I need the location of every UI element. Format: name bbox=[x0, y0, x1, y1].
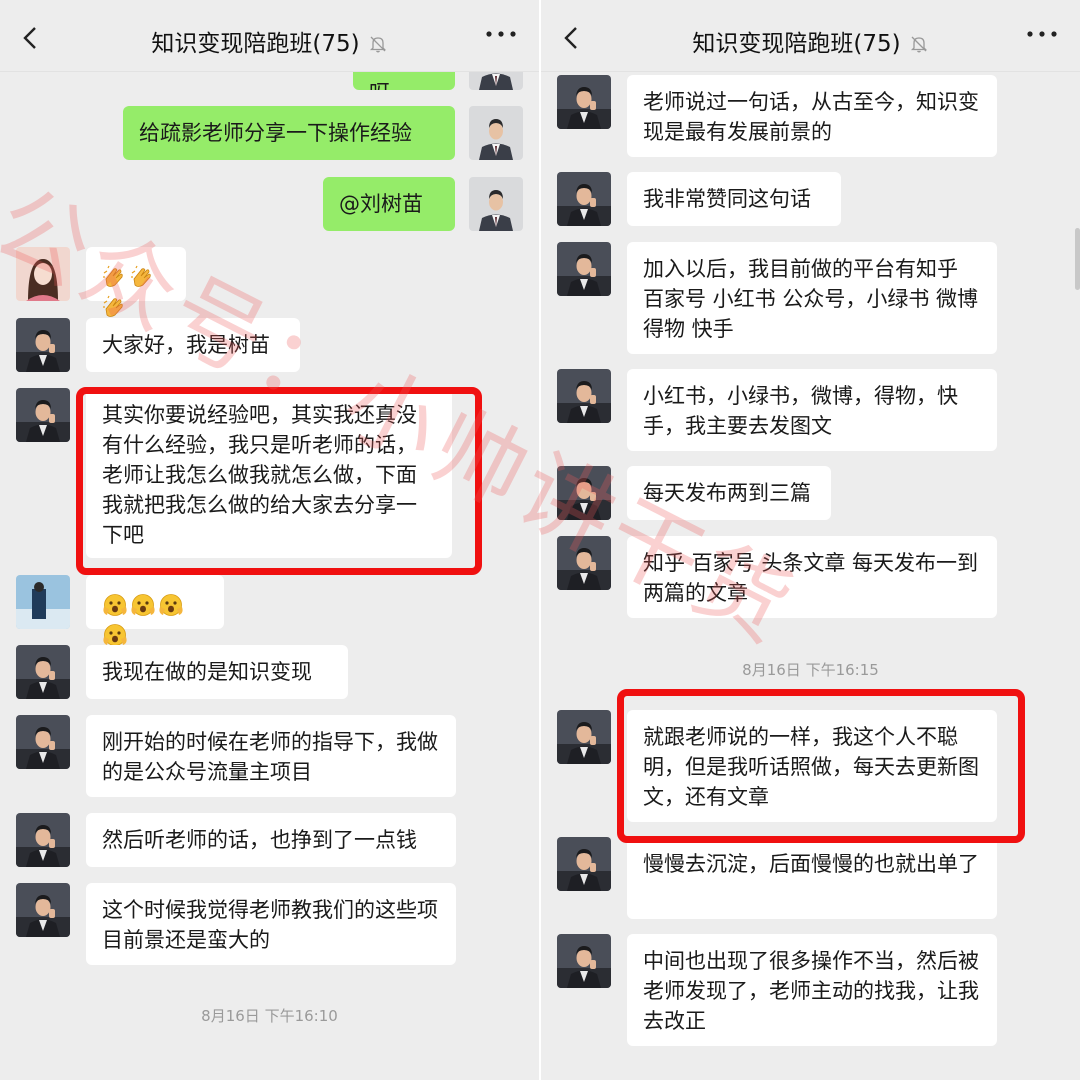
scrollbar[interactable] bbox=[1075, 228, 1080, 290]
avatar[interactable] bbox=[557, 369, 611, 423]
message-bubble[interactable]: 其实你要说经验吧，其实我还真没有什么经验，我只是听老师的话，老师让我怎么做我就怎… bbox=[86, 388, 452, 558]
surprised-face-icon bbox=[102, 593, 128, 617]
avatar[interactable] bbox=[469, 177, 523, 231]
emoji-bubble[interactable] bbox=[86, 247, 186, 301]
message-bubble[interactable]: 中间也出现了很多操作不当，然后被老师发现了，老师主动的找我，让我去改正 bbox=[627, 934, 997, 1046]
emoji-bubble[interactable] bbox=[86, 575, 224, 629]
message-bubble[interactable]: 大家好，我是树苗 bbox=[86, 318, 300, 372]
chat-title: 知识变现陪跑班(75) bbox=[0, 24, 539, 58]
avatar[interactable] bbox=[16, 318, 70, 372]
mute-bell-icon bbox=[369, 36, 386, 53]
clapping-hands-icon bbox=[102, 295, 128, 319]
avatar[interactable] bbox=[557, 934, 611, 988]
mute-bell-icon bbox=[910, 36, 927, 53]
avatar[interactable] bbox=[557, 710, 611, 764]
chat-title: 知识变现陪跑班(75) bbox=[541, 24, 1080, 58]
message-bubble[interactable]: 加入以后，我目前做的平台有知乎 百家号 小红书 公众号，小绿书 微博 得物 快手 bbox=[627, 242, 997, 354]
message-bubble[interactable]: 慢慢去沉淀，后面慢慢的也就出单了 bbox=[627, 837, 997, 919]
chat-header: 知识变现陪跑班(75) bbox=[541, 0, 1080, 72]
more-dots-icon[interactable] bbox=[485, 28, 517, 40]
avatar[interactable] bbox=[16, 247, 70, 301]
message-bubble[interactable]: 每天发布两到三篇 bbox=[627, 466, 831, 520]
chat-title-text: 知识变现陪跑班(75) bbox=[692, 31, 901, 57]
message-bubble[interactable]: 就跟老师说的一样，我这个人不聪明，但是我听话照做，每天去更新图文，还有文章 bbox=[627, 710, 997, 822]
avatar[interactable] bbox=[16, 575, 70, 629]
message-bubble[interactable]: 我现在做的是知识变现 bbox=[86, 645, 348, 699]
clapping-hands-icon bbox=[102, 265, 128, 289]
avatar[interactable] bbox=[16, 645, 70, 699]
chat-header: 知识变现陪跑班(75) bbox=[0, 0, 539, 72]
timestamp: 8月16日 下午16:15 bbox=[742, 661, 879, 679]
message-bubble[interactable]: @刘树苗 bbox=[323, 177, 455, 231]
avatar[interactable] bbox=[557, 466, 611, 520]
more-dots-icon[interactable] bbox=[1026, 28, 1058, 40]
avatar[interactable] bbox=[557, 536, 611, 590]
chat-title-text: 知识变现陪跑班(75) bbox=[151, 31, 360, 57]
surprised-face-icon bbox=[158, 593, 184, 617]
message-bubble[interactable]: 知乎 百家号 头条文章 每天发布一到两篇的文章 bbox=[627, 536, 997, 618]
message-bubble[interactable]: 小红书，小绿书，微博，得物，快手，我主要去发图文 bbox=[627, 369, 997, 451]
message-bubble[interactable]: 刚开始的时候在老师的指导下，我做的是公众号流量主项目 bbox=[86, 715, 456, 797]
surprised-face-icon bbox=[130, 593, 156, 617]
avatar[interactable] bbox=[557, 172, 611, 226]
left-chat-panel: 知识变现陪跑班(75) 大家好呀 给疏影老师分享一下操作经验 @刘树苗 大家好，… bbox=[0, 0, 539, 1080]
surprised-face-icon bbox=[102, 623, 128, 647]
avatar[interactable] bbox=[16, 715, 70, 769]
avatar[interactable] bbox=[557, 75, 611, 129]
avatar[interactable] bbox=[469, 106, 523, 160]
message-bubble[interactable]: 这个时候我觉得老师教我们的这些项目前景还是蛮大的 bbox=[86, 883, 456, 965]
message-bubble[interactable]: 给疏影老师分享一下操作经验 bbox=[123, 106, 455, 160]
avatar[interactable] bbox=[557, 242, 611, 296]
clapping-hands-icon bbox=[130, 265, 156, 289]
timestamp: 8月16日 下午16:10 bbox=[201, 1007, 338, 1025]
right-chat-panel: 知识变现陪跑班(75) 老师说过一句话，从古至今，知识变现是最有发展前景的 我非… bbox=[541, 0, 1080, 1080]
avatar[interactable] bbox=[16, 813, 70, 867]
avatar[interactable] bbox=[16, 883, 70, 937]
message-bubble[interactable]: 我非常赞同这句话 bbox=[627, 172, 841, 226]
message-bubble[interactable]: 老师说过一句话，从古至今，知识变现是最有发展前景的 bbox=[627, 75, 997, 157]
avatar[interactable] bbox=[557, 837, 611, 891]
avatar[interactable] bbox=[16, 388, 70, 442]
message-bubble[interactable]: 然后听老师的话，也挣到了一点钱 bbox=[86, 813, 456, 867]
